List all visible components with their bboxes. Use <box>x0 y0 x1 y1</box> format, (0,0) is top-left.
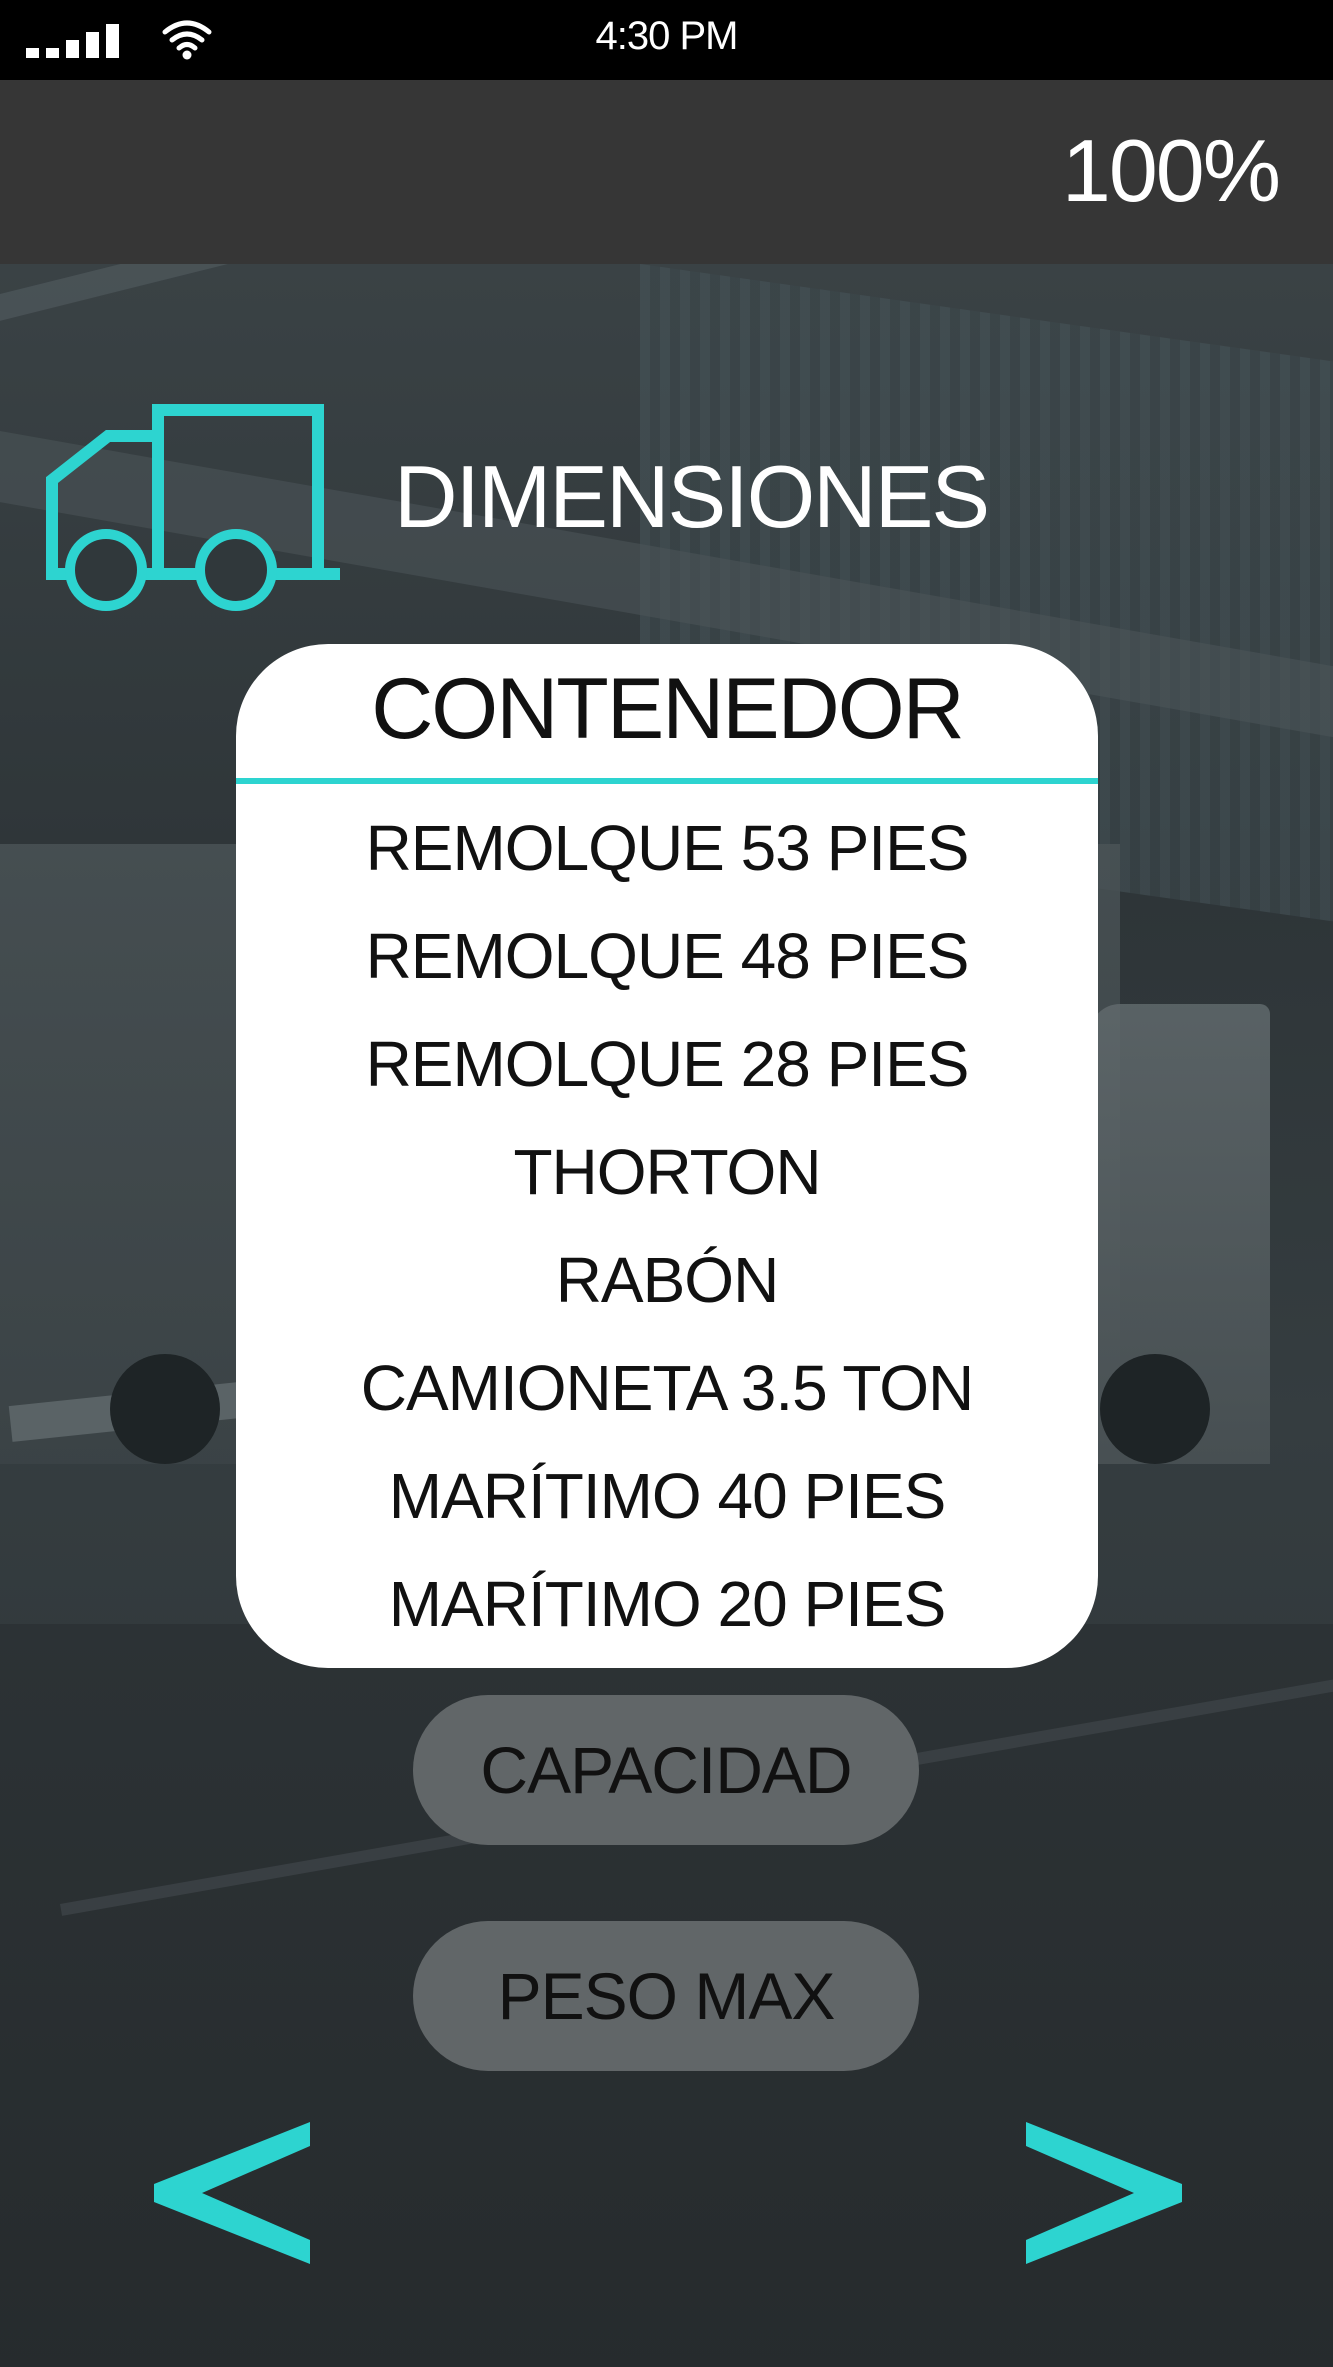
dropdown-options: REMOLQUE 53 PIES REMOLQUE 48 PIES REMOLQ… <box>236 794 1098 1658</box>
app-header: 100% <box>0 80 1333 264</box>
dropdown-selected-value[interactable]: CONTENEDOR <box>236 644 1098 780</box>
dropdown-option[interactable]: THORTON <box>236 1118 1098 1226</box>
truck-icon <box>46 404 340 611</box>
dropdown-option[interactable]: REMOLQUE 53 PIES <box>236 794 1098 902</box>
dropdown-option[interactable]: REMOLQUE 28 PIES <box>236 1010 1098 1118</box>
capacidad-button[interactable]: CAPACIDAD <box>413 1695 919 1845</box>
dropdown-divider <box>236 778 1098 784</box>
dropdown-option[interactable]: MARÍTIMO 20 PIES <box>236 1550 1098 1658</box>
status-bar: 4:30 PM <box>0 0 1333 80</box>
dropdown-option[interactable]: RABÓN <box>236 1226 1098 1334</box>
dropdown-option[interactable]: CAMIONETA 3.5 TON <box>236 1334 1098 1442</box>
dropdown-option[interactable]: MARÍTIMO 40 PIES <box>236 1442 1098 1550</box>
peso-max-button[interactable]: PESO MAX <box>413 1921 919 2071</box>
dropdown-option[interactable]: REMOLQUE 48 PIES <box>236 902 1098 1010</box>
container-dropdown[interactable]: CONTENEDOR REMOLQUE 53 PIES REMOLQUE 48 … <box>236 644 1098 1668</box>
chevron-right-icon[interactable] <box>1016 2118 1186 2268</box>
chevron-left-icon[interactable] <box>150 2118 320 2268</box>
status-time: 4:30 PM <box>595 14 739 58</box>
battery-percentage: 100% <box>1061 121 1281 220</box>
section-title: DIMENSIONES <box>394 447 990 546</box>
